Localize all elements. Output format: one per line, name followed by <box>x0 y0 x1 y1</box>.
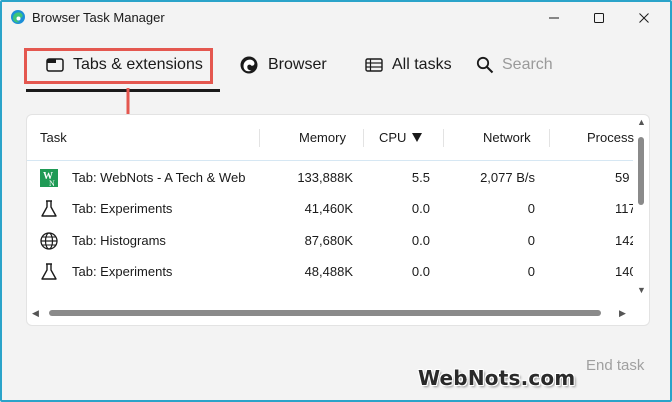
end-task-button[interactable]: End task <box>586 357 644 374</box>
cpu-value: 0.0 <box>411 264 430 279</box>
webnots-favicon-icon: W N <box>40 169 58 188</box>
column-header-process[interactable]: Process <box>587 130 634 145</box>
globe-icon <box>40 232 58 250</box>
table-row[interactable]: Tab: Experiments 48,488K 0.0 0 140 <box>27 256 633 287</box>
process-value: 140 <box>615 264 633 279</box>
network-value: 2,077 B/s <box>480 170 535 185</box>
process-value: 117 <box>615 201 633 216</box>
edge-logo-icon <box>11 10 25 24</box>
cpu-value: 5.5 <box>411 170 430 185</box>
scroll-left-icon[interactable]: ◀ <box>32 308 39 319</box>
column-header-label: CPU <box>379 130 407 145</box>
close-button[interactable] <box>622 2 666 34</box>
table-row[interactable]: Tab: Experiments 41,460K 0.0 0 117 <box>27 193 633 224</box>
svg-text:N: N <box>49 179 55 188</box>
horizontal-scroll-thumb[interactable] <box>49 310 601 316</box>
window-title: Browser Task Manager <box>32 10 165 25</box>
table-row[interactable]: Tab: Histograms 87,680K 0.0 0 142 <box>27 225 633 256</box>
task-table: Task Memory CPU Network Process W N Tab:… <box>26 114 650 326</box>
tab-all-tasks[interactable]: All tasks <box>365 36 452 94</box>
task-name: Tab: WebNots - A Tech & Web <box>72 170 246 185</box>
tab-label: All tasks <box>392 56 452 73</box>
cpu-value: 0.0 <box>411 201 430 216</box>
process-value: 59 <box>615 170 630 185</box>
column-divider[interactable] <box>259 129 260 147</box>
vertical-scroll-thumb[interactable] <box>638 137 644 205</box>
search-icon <box>476 56 494 74</box>
scroll-down-icon[interactable]: ▼ <box>637 285 646 295</box>
flask-icon <box>41 263 57 280</box>
tab-label: Tabs & extensions <box>73 56 203 73</box>
minimize-icon <box>549 17 559 19</box>
maximize-button[interactable] <box>577 2 621 34</box>
vertical-scrollbar[interactable]: ▲ ▼ <box>633 115 649 299</box>
scroll-up-icon[interactable]: ▲ <box>637 117 646 127</box>
horizontal-scrollbar[interactable]: ◀ ▶ <box>27 303 635 323</box>
cpu-value: 0.0 <box>411 233 430 248</box>
maximize-icon <box>594 13 604 23</box>
task-name: Tab: Histograms <box>72 233 166 248</box>
close-icon <box>639 13 649 23</box>
column-header-cpu[interactable]: CPU <box>379 130 423 145</box>
scroll-right-icon[interactable]: ▶ <box>619 308 626 319</box>
search-input[interactable]: Search <box>476 36 553 94</box>
column-divider[interactable] <box>363 129 364 147</box>
network-value: 0 <box>527 201 535 216</box>
network-value: 0 <box>527 264 535 279</box>
task-manager-window: Browser Task Manager Tabs & extensions B… <box>0 0 672 402</box>
minimize-button[interactable] <box>532 2 576 34</box>
tab-window-icon <box>46 58 64 72</box>
title-bar: Browser Task Manager <box>2 2 670 34</box>
memory-value: 87,680K <box>304 233 353 248</box>
column-header-memory[interactable]: Memory <box>299 130 346 145</box>
edge-logo-icon <box>240 56 258 74</box>
column-divider[interactable] <box>443 129 444 147</box>
tab-browser[interactable]: Browser <box>239 36 327 94</box>
tab-tabs-and-extensions[interactable]: Tabs & extensions <box>46 36 203 94</box>
watermark-logo: WebNots.com <box>418 366 576 390</box>
list-icon <box>365 58 383 72</box>
network-value: 0 <box>527 233 535 248</box>
column-header-task[interactable]: Task <box>40 130 67 145</box>
process-value: 142 <box>615 233 633 248</box>
column-header-network[interactable]: Network <box>483 130 531 145</box>
tab-label: Browser <box>268 56 327 73</box>
memory-value: 41,460K <box>304 201 353 216</box>
task-name: Tab: Experiments <box>72 201 173 216</box>
tab-strip: Tabs & extensions Browser All tasks Sear… <box>2 36 670 94</box>
table-row[interactable]: W N Tab: WebNots - A Tech & Web 133,888K… <box>27 162 633 193</box>
sort-descending-icon <box>412 133 423 142</box>
task-name: Tab: Experiments <box>72 264 173 279</box>
search-placeholder: Search <box>502 56 553 73</box>
memory-value: 133,888K <box>297 170 353 185</box>
flask-icon <box>41 200 57 217</box>
memory-value: 48,488K <box>304 264 353 279</box>
column-divider[interactable] <box>549 129 550 147</box>
table-header: Task Memory CPU Network Process <box>27 115 634 161</box>
